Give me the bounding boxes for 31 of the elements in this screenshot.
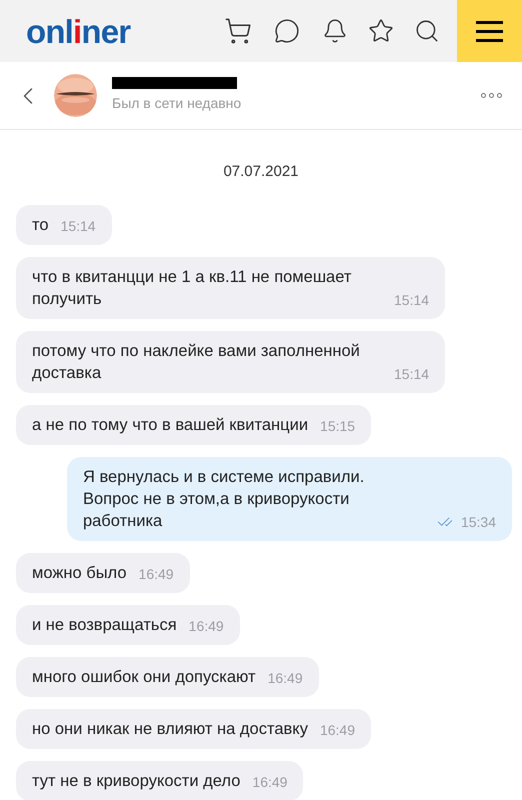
message-text: то xyxy=(32,214,49,236)
message-time: 16:49 xyxy=(268,668,303,686)
bell-icon[interactable] xyxy=(322,18,348,44)
menu-button[interactable] xyxy=(457,0,522,62)
message-time: 16:49 xyxy=(188,616,224,634)
more-icon[interactable] xyxy=(481,93,502,98)
cart-icon[interactable] xyxy=(224,17,252,45)
message-text: потому что по наклейке вами заполненной доставка xyxy=(32,340,361,384)
menu-icon xyxy=(476,20,503,42)
message-text: и не возвращаться xyxy=(32,614,177,636)
date-label: 07.07.2021 xyxy=(223,162,299,182)
message-text: а не по тому что в вашей квитанции xyxy=(32,414,308,436)
message-time: 16:49 xyxy=(252,772,288,790)
message-text: Я вернулась и в системе исправили. Вопрос не в этом,а в криворукости работника xyxy=(82,466,366,532)
message-time: 15:14 xyxy=(394,290,430,308)
search-icon[interactable] xyxy=(414,18,440,44)
online-status: Был в сети недавно xyxy=(112,94,242,113)
message-text: что в квитанцци не 1 а кв.11 не помешает получить xyxy=(32,266,352,310)
message-time: 15:14 xyxy=(60,216,96,234)
message-time: 15:14 xyxy=(394,364,430,382)
message-text: тут не в криворукости дело xyxy=(32,770,240,792)
message-time: 16:49 xyxy=(138,564,174,582)
message-time: 15:15 xyxy=(320,416,356,434)
message-text: много ошибок они допускают xyxy=(32,666,256,688)
chat-bubble-icon[interactable] xyxy=(274,18,300,44)
message-time: 16:49 xyxy=(320,720,355,738)
star-icon[interactable] xyxy=(368,18,394,44)
message-time: 15:34 xyxy=(460,512,496,530)
message-text: но они никак не влияют на доставку xyxy=(32,718,308,740)
logo[interactable]: onliner xyxy=(26,14,130,48)
message-text: можно было xyxy=(32,562,127,584)
